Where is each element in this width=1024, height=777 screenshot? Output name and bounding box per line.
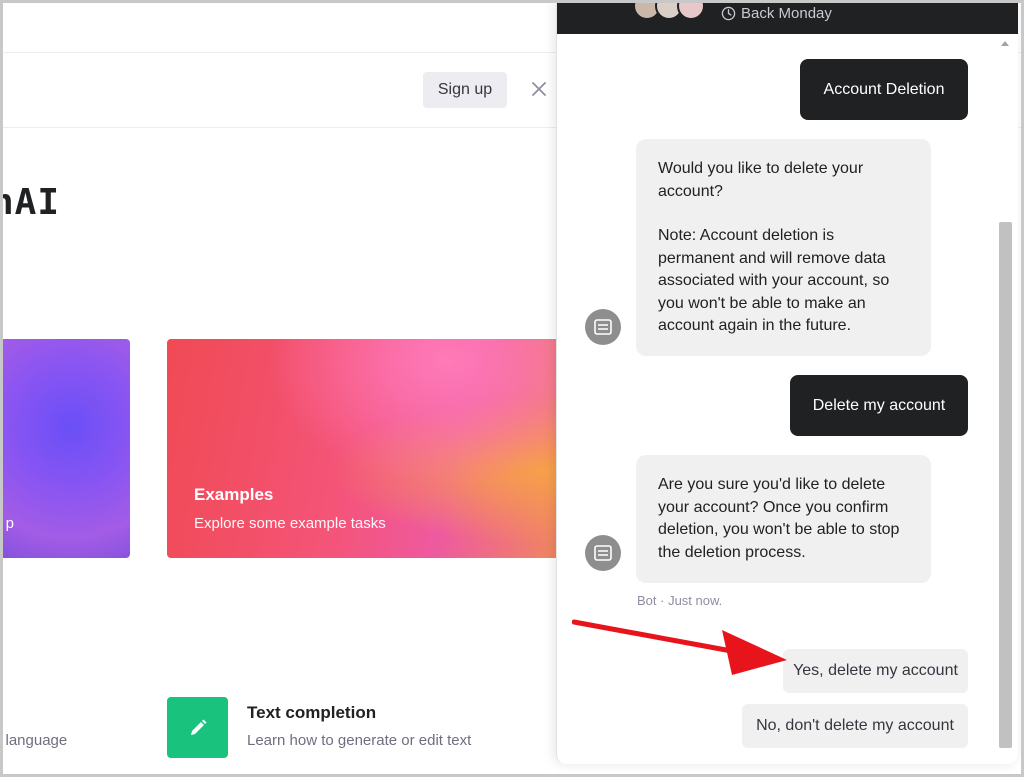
annotation-arrow-icon bbox=[572, 619, 787, 675]
bot-message-meta: Bot · Just now. bbox=[637, 593, 723, 608]
bot-message-line: Would you like to delete your account? bbox=[658, 160, 864, 200]
text-completion-subtitle: Learn how to generate or edit text bbox=[247, 732, 472, 749]
text-completion-title[interactable]: Text completion bbox=[247, 703, 376, 723]
pencil-icon[interactable] bbox=[167, 697, 228, 758]
bot-message-line: Note: Account deletion is permanent and … bbox=[658, 227, 890, 334]
availability-text: Back Monday bbox=[741, 5, 832, 22]
close-icon[interactable] bbox=[528, 78, 550, 100]
sign-up-button[interactable]: Sign up bbox=[423, 72, 507, 108]
user-message: Account Deletion bbox=[800, 59, 968, 120]
brand-title: nAI bbox=[0, 182, 61, 223]
no-dont-delete-account-button[interactable]: No, don't delete my account bbox=[742, 704, 968, 748]
team-avatars bbox=[633, 0, 705, 20]
availability-status: Back Monday bbox=[721, 5, 832, 22]
avatar bbox=[677, 0, 705, 20]
bot-avatar bbox=[585, 535, 621, 571]
bot-icon bbox=[594, 319, 612, 335]
bot-message: Are you sure you'd like to delete your a… bbox=[636, 455, 931, 583]
examples-card-title: Examples bbox=[194, 485, 274, 504]
card-left-partial[interactable]: p bbox=[0, 339, 130, 558]
scroll-up-arrow-icon[interactable] bbox=[1001, 40, 1009, 46]
card-left-text-fragment: p bbox=[5, 515, 14, 532]
bot-icon bbox=[594, 545, 612, 561]
examples-card-subtitle: Explore some example tasks bbox=[194, 515, 386, 532]
bot-message-spacer bbox=[658, 203, 909, 225]
examples-card[interactable]: Examples Explore some example tasks bbox=[167, 339, 567, 558]
user-message: Delete my account bbox=[790, 375, 968, 436]
bot-message: Would you like to delete your account? N… bbox=[636, 139, 931, 356]
scrollbar-thumb[interactable] bbox=[999, 222, 1012, 748]
yes-delete-account-button[interactable]: Yes, delete my account bbox=[783, 649, 968, 693]
bot-avatar bbox=[585, 309, 621, 345]
left-item-text-fragment: l language bbox=[0, 732, 68, 749]
clock-icon bbox=[721, 6, 736, 21]
chat-header: Back Monday bbox=[557, 0, 1018, 34]
